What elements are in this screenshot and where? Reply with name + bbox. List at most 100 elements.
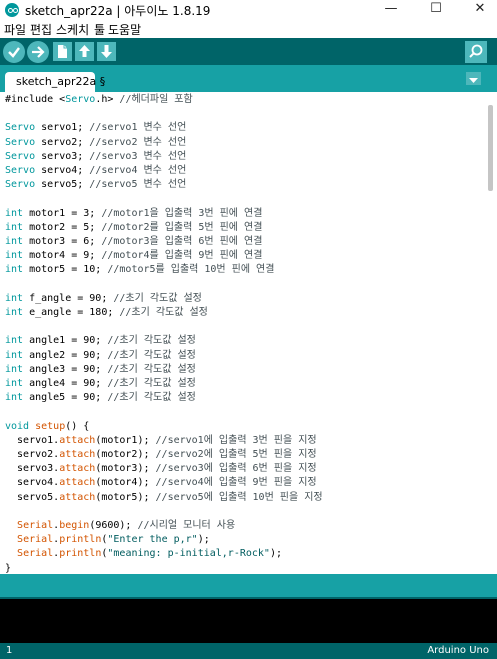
code-token: //servo4에 입출력 9번 핀을 지정 [155, 477, 317, 489]
code-token: (motor1); [95, 434, 156, 446]
code-token: //motor3을 입출력 6번 핀에 연결 [101, 236, 263, 247]
menu-file[interactable]: 파일 [4, 21, 26, 38]
title-bar: sketch_apr22a | 아두이노 1.8.19 — ☐ ✕ [0, 0, 497, 20]
code-token: Servo [5, 179, 36, 191]
code-token: ); [269, 548, 282, 560]
serial-monitor-button[interactable] [465, 41, 487, 63]
code-line[interactable]: int angle3 = 90; //초기 각도값 설정 [5, 363, 196, 377]
code-token: //motor2를 입출력 5번 핀에 연결 [101, 221, 263, 233]
new-icon [58, 45, 67, 58]
code-line[interactable]: Servo servo2; //servo2 변수 선언 [5, 136, 186, 150]
menu-help[interactable]: 도움말 [108, 21, 141, 38]
code-token: int [5, 292, 24, 304]
code-token: angle5 = 90; [23, 392, 108, 404]
new-button[interactable] [53, 42, 72, 61]
code-line[interactable]: int angle5 = 90; //초기 각도값 설정 [5, 391, 196, 405]
code-token: Servo [5, 122, 36, 134]
code-token: attach [59, 491, 96, 503]
save-button[interactable] [97, 42, 116, 61]
code-line[interactable]: Serial.println("Enter the p,r"); [5, 533, 210, 547]
code-line[interactable]: int e_angle = 180; //초기 각도값 설정 [5, 306, 208, 320]
code-token: Servo [65, 94, 96, 105]
code-token: //초기 각도값 설정 [113, 292, 202, 304]
code-token: servo1. [5, 434, 60, 446]
code-token: //servo2에 입출력 5번 핀을 지정 [155, 449, 317, 460]
code-token: Servo [5, 136, 36, 148]
code-line[interactable]: int motor3 = 6; //motor3을 입출력 6번 핀에 연결 [5, 235, 262, 249]
code-line[interactable]: int angle2 = 90; //초기 각도값 설정 [5, 349, 196, 363]
code-line[interactable]: int motor1 = 3; //motor1을 입출력 3번 핀에 연결 [5, 207, 262, 221]
code-token: "meaning: p-initial,r-Rock" [107, 548, 270, 560]
code-token: (motor4); [95, 477, 156, 489]
tab-sketch[interactable]: sketch_apr22a § [5, 72, 105, 92]
scrollbar-thumb[interactable] [488, 105, 493, 191]
code-line[interactable]: int motor4 = 9; //motor4를 입출력 9번 핀에 연결 [5, 249, 262, 263]
code-line[interactable]: int motor5 = 10; //motor5를 입출력 10번 핀에 연결 [5, 263, 274, 277]
code-token: //motor1을 입출력 3번 핀에 연결 [101, 207, 263, 219]
code-line[interactable]: Servo servo3; //servo3 변수 선언 [5, 150, 186, 164]
code-token: //초기 각도값 설정 [107, 363, 196, 375]
code-line[interactable]: int angle4 = 90; //초기 각도값 설정 [5, 377, 196, 391]
code-token: int [5, 250, 24, 262]
code-line[interactable]: Servo servo5; //servo5 변수 선언 [5, 178, 186, 192]
code-token: void [5, 420, 30, 432]
code-line[interactable]: servo5.attach(motor5); //servo5에 입출력 10번… [5, 491, 323, 505]
code-token: e_angle = 180; [23, 307, 120, 318]
code-token: println [59, 548, 102, 560]
code-line[interactable]: Servo servo4; //servo4 변수 선언 [5, 164, 186, 178]
code-line[interactable]: int angle1 = 90; //초기 각도값 설정 [5, 334, 196, 348]
code-line[interactable]: int motor2 = 5; //motor2를 입출력 5번 핀에 연결 [5, 221, 262, 235]
console-output [0, 599, 497, 643]
code-line[interactable]: servo3.attach(motor3); //servo3에 입출력 6번 … [5, 462, 317, 476]
code-token: servo3; [35, 150, 90, 162]
code-line[interactable]: } [5, 562, 11, 574]
code-token: motor3 = 6; [23, 236, 102, 247]
code-line[interactable]: servo4.attach(motor4); //servo4에 입출력 9번 … [5, 476, 317, 490]
code-token: f_angle = 90; [23, 292, 114, 304]
minimize-button[interactable]: — [373, 0, 409, 20]
code-token: //motor4를 입출력 9번 핀에 연결 [101, 250, 263, 262]
code-token: servo2. [5, 449, 60, 460]
tabs-bar: sketch_apr22a § [0, 65, 497, 92]
code-editor[interactable]: #include <Servo.h> //헤더파일 포함 Servo servo1… [0, 92, 497, 574]
code-line[interactable]: Serial.println("meaning: p-initial,r-Roc… [5, 547, 282, 561]
open-button[interactable] [75, 42, 94, 61]
close-button[interactable]: ✕ [462, 0, 497, 20]
status-bar [0, 574, 497, 597]
code-token: int [5, 349, 24, 361]
footer-bar: 1 Arduino Uno [0, 643, 497, 659]
menu-tools[interactable]: 툴 [94, 21, 105, 38]
upload-button[interactable] [27, 41, 49, 63]
code-token: begin [59, 520, 90, 531]
menu-edit[interactable]: 편집 [30, 21, 52, 38]
arduino-logo-icon [5, 3, 19, 17]
code-line[interactable]: Serial.begin(9600); //시리얼 모니터 사용 [5, 519, 235, 533]
code-token: Servo [5, 165, 36, 176]
code-token: "Enter the p,r" [107, 534, 198, 546]
code-token: servo4; [35, 165, 90, 176]
code-token: int [5, 221, 24, 233]
code-token: int [5, 392, 24, 404]
code-token: //초기 각도값 설정 [107, 392, 196, 404]
code-token: int [5, 264, 24, 276]
code-token: (motor5); [95, 491, 156, 503]
code-line[interactable]: #include <Servo.h> //헤더파일 포함 [5, 93, 193, 107]
code-text[interactable]: #include <Servo.h> //헤더파일 포함 Servo servo1… [5, 92, 480, 574]
code-token: motor2 = 5; [23, 221, 102, 233]
code-token: //초기 각도값 설정 [107, 378, 196, 389]
upload-icon [32, 46, 45, 58]
code-line[interactable]: Servo servo1; //servo1 변수 선언 [5, 121, 186, 135]
tab-label: sketch_apr22a § [16, 75, 106, 88]
menu-sketch[interactable]: 스케치 [56, 21, 89, 38]
code-token: servo4. [5, 477, 60, 489]
code-line[interactable]: int f_angle = 90; //초기 각도값 설정 [5, 292, 202, 306]
vertical-scrollbar[interactable] [484, 92, 497, 574]
verify-button[interactable] [3, 41, 25, 63]
maximize-button[interactable]: ☐ [418, 0, 454, 20]
code-line[interactable]: servo2.attach(motor2); //servo2에 입출력 5번 … [5, 448, 317, 462]
tab-menu-button[interactable] [466, 72, 481, 85]
code-line[interactable]: servo1.attach(motor1); //servo1에 입출력 3번 … [5, 434, 317, 448]
code-token: motor5 = 10; [23, 264, 108, 276]
code-line[interactable]: void setup() { [5, 420, 89, 434]
